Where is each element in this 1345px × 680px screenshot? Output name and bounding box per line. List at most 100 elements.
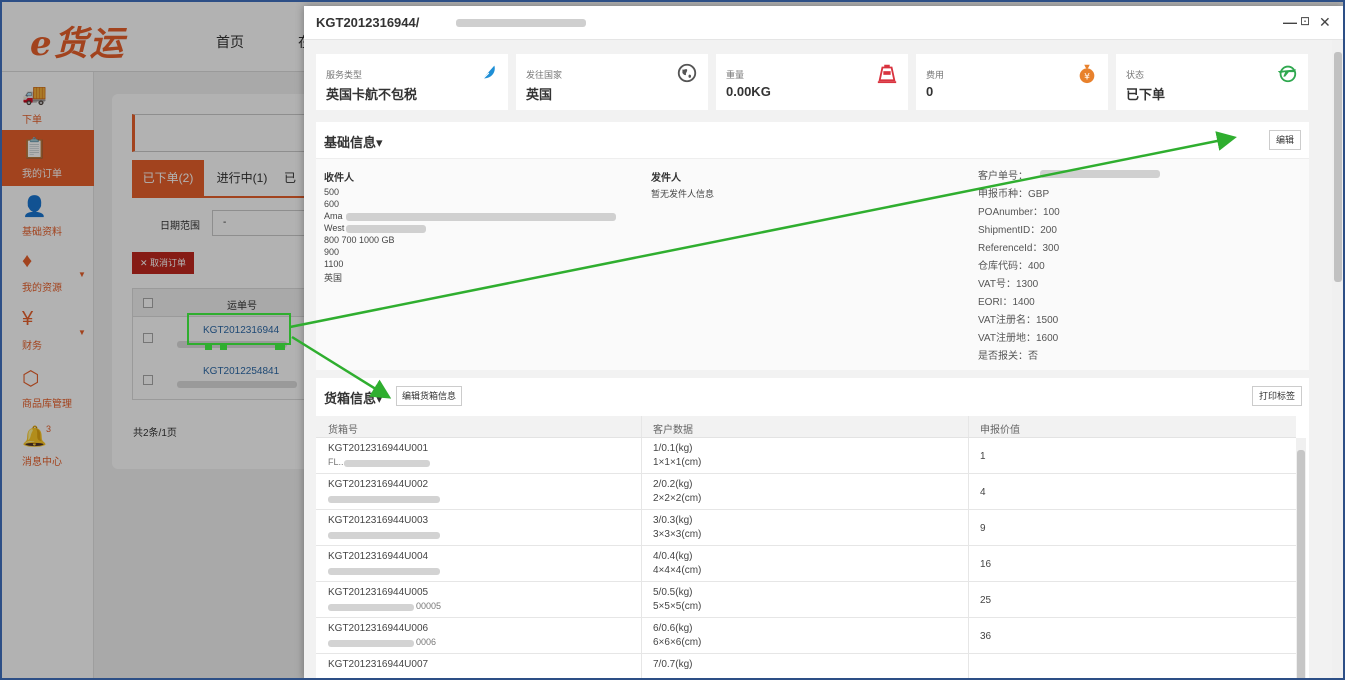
table-header: 货箱号 客户数据 申报价值 <box>316 416 1296 438</box>
blurred-text <box>328 532 440 539</box>
info-po-number: POAnumber：100 <box>978 207 1060 218</box>
basic-info-title[interactable]: 基础信息▾ <box>324 132 383 151</box>
box-number: KGT2012316944U005 <box>328 587 429 598</box>
box-weight: 7/0.7(kg) <box>653 659 693 670</box>
declared-value: 9 <box>980 523 986 534</box>
receiver-line: 500 <box>324 187 340 197</box>
close-icon[interactable]: ✕ <box>1319 14 1331 31</box>
screenshot-frame: e货运 首页 在 🚚 下单 📋 我的订单 👤 基础资料 ♦ ▼ 我的资源 <box>0 0 1345 680</box>
blurred-text <box>328 568 440 575</box>
order-detail-modal: KGT2012316944/ — ⊡ ✕ 服务类型 英国卡航不包税 发往国家 英… <box>304 6 1343 678</box>
table-row[interactable]: KGT2012316944U005 00005 5/0.5(kg) 5×5×5(… <box>316 582 1296 618</box>
column-header-box-no: 货箱号 <box>328 425 358 436</box>
table-row[interactable]: KGT2012316944U003 3/0.3(kg) 3×3×3(cm) 9 <box>316 510 1296 546</box>
info-reference-id: ReferenceId：300 <box>978 243 1060 254</box>
info-vat-no: VAT号：1300 <box>978 279 1039 290</box>
box-number: KGT2012316944U006 <box>328 623 429 634</box>
receiver-line: West <box>324 223 345 233</box>
receiver-line: 英国 <box>324 273 343 283</box>
box-dimensions: 3×3×3(cm) <box>653 529 702 540</box>
box-weight: 3/0.3(kg) <box>653 515 693 526</box>
stat-label: 费用 <box>926 70 945 80</box>
basic-info-content: 收件人 500 600 Ama West 800 700 1000 GB 900… <box>316 158 1309 370</box>
info-customer-no: 客户单号： <box>978 171 1028 182</box>
cargo-info-title[interactable]: 货箱信息▾ <box>324 388 383 407</box>
blurred-text <box>346 225 426 233</box>
cargo-info-panel: 货箱信息▾ 编辑货箱信息 打印标签 货箱号 客户数据 申报价值 KGT20123… <box>316 378 1309 678</box>
modal-title: KGT2012316944/ <box>316 15 420 30</box>
modal-header: KGT2012316944/ — ⊡ ✕ <box>304 6 1343 40</box>
receiver-heading: 收件人 <box>324 173 354 184</box>
minimize-icon[interactable]: — <box>1283 14 1297 30</box>
table-row[interactable]: KGT2012316944U004 4/0.4(kg) 4×4×4(cm) 16 <box>316 546 1296 582</box>
cargo-scrollbar[interactable] <box>1296 438 1306 678</box>
box-number: KGT2012316944U004 <box>328 551 429 562</box>
blurred-text <box>328 604 414 611</box>
table-row[interactable]: KGT2012316944U007 7/0.7(kg) 49 <box>316 654 1296 678</box>
declared-value: 25 <box>980 595 992 606</box>
blurred-text <box>346 213 616 221</box>
info-shipment-id: ShipmentID：200 <box>978 225 1057 236</box>
stat-label: 发往国家 <box>526 70 563 80</box>
feather-icon <box>479 65 495 83</box>
box-dimensions: 4×4×4(cm) <box>653 565 702 576</box>
sender-text: 暂无发件人信息 <box>651 189 715 199</box>
receiver-line: Ama <box>324 211 343 221</box>
stat-value: 0.00KG <box>726 84 771 99</box>
box-weight: 2/0.2(kg) <box>653 479 693 490</box>
table-row[interactable]: KGT2012316944U001 FL... 1/0.1(kg) 1×1×1(… <box>316 438 1296 474</box>
info-customs: 是否报关：否 <box>978 351 1038 362</box>
stat-value: 已下单 <box>1126 87 1166 102</box>
box-weight: 5/0.5(kg) <box>653 587 693 598</box>
blurred-text <box>456 19 586 27</box>
box-number: KGT2012316944U002 <box>328 479 429 490</box>
blurred-text <box>328 496 440 503</box>
column-header-declared-value: 申报价值 <box>980 425 1020 436</box>
box-number: KGT2012316944U001 <box>328 443 429 454</box>
receiver-line: 800 700 1000 GB <box>324 235 395 245</box>
box-sub: 0006 <box>416 637 437 647</box>
receiver-line: 600 <box>324 199 340 209</box>
column-header-customer-data: 客户数据 <box>653 425 693 436</box>
box-number: KGT2012316944U007 <box>328 659 429 670</box>
stat-card-weight: 重量 0.00KG <box>716 54 908 110</box>
plane-globe-icon <box>1277 65 1297 83</box>
edit-basic-info-button[interactable]: 编辑 <box>1269 130 1301 150</box>
receiver-line: 900 <box>324 247 340 257</box>
table-row[interactable]: KGT2012316944U006 0006 6/0.6(kg) 6×6×6(c… <box>316 618 1296 654</box>
declared-value: 36 <box>980 631 992 642</box>
globe-icon <box>677 63 697 83</box>
info-eori: EORI：1400 <box>978 297 1035 308</box>
maximize-icon[interactable]: ⊡ <box>1300 14 1310 28</box>
info-vat-reg-place: VAT注册地：1600 <box>978 333 1059 344</box>
blurred-text <box>328 640 414 647</box>
box-number: KGT2012316944U003 <box>328 515 429 526</box>
svg-text:¥: ¥ <box>1084 71 1090 82</box>
cargo-scrollbar-thumb[interactable] <box>1297 450 1305 678</box>
stat-card-fee: 费用 0 ¥ <box>916 54 1108 110</box>
money-bag-icon: ¥ <box>1079 64 1095 84</box>
box-sub: 00005 <box>416 601 442 611</box>
box-dimensions: 6×6×6(cm) <box>653 637 702 648</box>
box-dimensions: 1×1×1(cm) <box>653 457 702 468</box>
modal-body: 服务类型 英国卡航不包税 发往国家 英国 重量 0.00KG 费用 0 ¥ 状态… <box>304 40 1332 678</box>
stat-card-service-type: 服务类型 英国卡航不包税 <box>316 54 508 110</box>
declared-value: 1 <box>980 451 986 462</box>
weight-icon <box>877 64 897 84</box>
basic-info-panel: 基础信息▾ 编辑 收件人 500 600 Ama West 800 700 10… <box>316 122 1309 370</box>
box-weight: 4/0.4(kg) <box>653 551 693 562</box>
modal-scrollbar[interactable] <box>1332 40 1343 678</box>
info-currency: 申报币种：GBP <box>978 189 1050 200</box>
stat-label: 重量 <box>726 70 745 80</box>
box-weight: 6/0.6(kg) <box>653 623 693 634</box>
table-row[interactable]: KGT2012316944U002 2/0.2(kg) 2×2×2(cm) 4 <box>316 474 1296 510</box>
print-label-button[interactable]: 打印标签 <box>1252 386 1302 406</box>
stat-value: 英国卡航不包税 <box>326 87 418 102</box>
box-dimensions: 2×2×2(cm) <box>653 493 702 504</box>
stat-label: 服务类型 <box>326 70 363 80</box>
blurred-text <box>1040 170 1160 178</box>
box-dimensions: 5×5×5(cm) <box>653 601 702 612</box>
modal-scrollbar-thumb[interactable] <box>1334 52 1342 282</box>
edit-cargo-button[interactable]: 编辑货箱信息 <box>396 386 462 406</box>
cargo-table: 货箱号 客户数据 申报价值 KGT2012316944U001 FL... 1/… <box>316 416 1296 678</box>
